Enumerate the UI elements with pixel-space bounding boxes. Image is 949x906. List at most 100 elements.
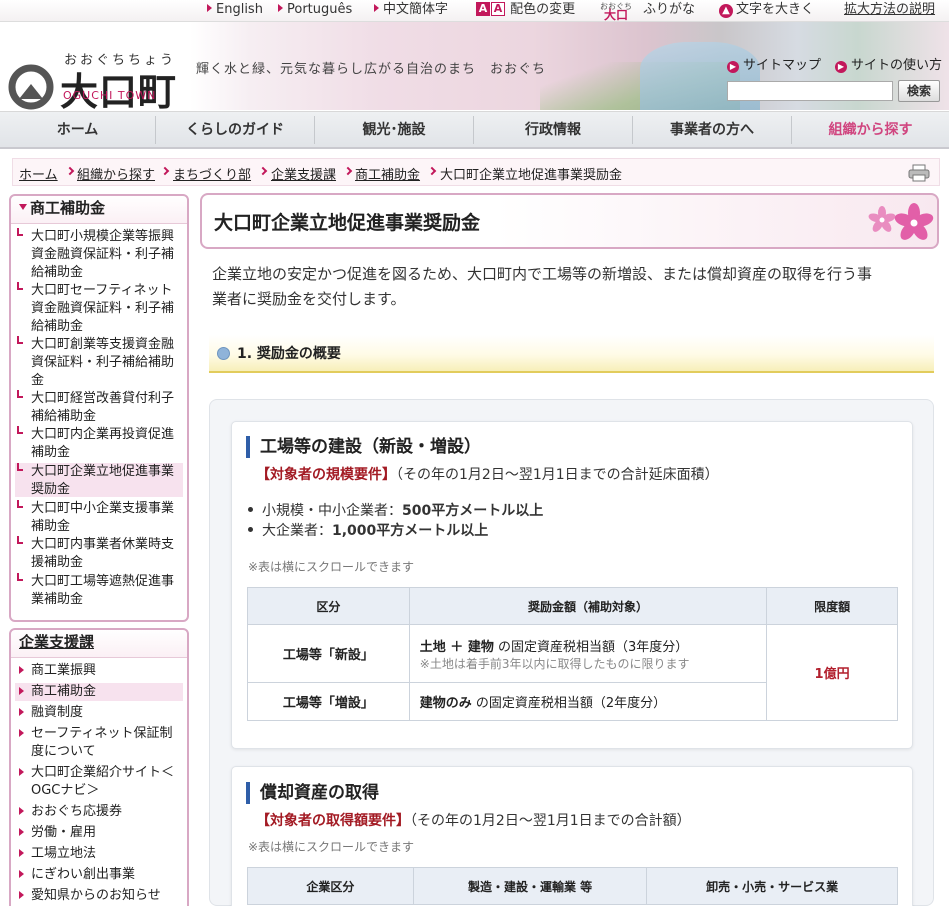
lang-portuguese-link[interactable]: Português [278,0,352,22]
sidebar-item[interactable]: 商工補助金 [15,683,183,701]
sidebar-item-line: 大口町内企業再投資促進 [31,427,175,443]
breadcrumb-shoko[interactable]: 商工補助金 [355,164,420,183]
breadcrumb-kigyoshien[interactable]: 企業支援課 [271,164,336,183]
page-title: 大口町企業立地促進事業奨励金 [214,212,481,234]
sidebar-item-line: 大口町小規模企業等振興 [31,229,175,244]
nav-organization[interactable]: 組織から探す [792,112,949,148]
scroll-note: ※表は横にスクロールできます [248,560,415,574]
sidebar-item[interactable]: 工場立地法 [15,845,183,863]
lang-portuguese-label: Português [287,2,353,17]
sidebar-item-label: 労働・雇用 [31,824,96,842]
sidebar-item-line: 大口町企業紹介サイト＜ [31,765,175,780]
intro-text: 企業立地の安定かつ促進を図るため、大口町内で工場等の新増設、または償却資産の取得… [212,262,932,312]
table-cell: 工場等「増設」 [247,682,410,721]
nav-tourism[interactable]: 観光･施設 [315,112,473,148]
printer-icon[interactable] [908,164,930,182]
bullet-label: 大企業者： [262,523,332,539]
sidebar-item[interactable]: 大口町内事業者休業時支 援補助金 [15,536,183,571]
color-change-link[interactable]: AA 配色の変更 [476,0,575,22]
howto-link[interactable]: ▶ サイトの使い方 [835,54,942,73]
cell-text: の固定資産税相当額（3年度分） [493,639,689,655]
sidebar-heading-label: 商工補助金 [30,199,106,217]
sidebar-heading-kigyoshien[interactable]: 企業支援課 [11,630,187,658]
search-button[interactable]: 検索 [898,80,940,102]
color-aa-icon: A [476,2,490,16]
list-corner-icon [17,389,23,398]
sidebar-item[interactable]: 労働・雇用 [15,824,183,842]
list-corner-icon [17,335,23,344]
sidebar-item-line: 補助金 [31,445,71,461]
list-corner-icon [17,499,23,508]
town-logo-icon[interactable] [8,64,54,110]
sidebar-item-label: セーフティネット保証制 度について [31,725,172,761]
lang-chinese-link[interactable]: 中文簡体字 [374,0,448,22]
list-corner-icon [17,281,23,290]
list-corner-icon [17,536,23,545]
card-heading: 償却資産の取得 [246,782,379,804]
asset-table: 企業区分 製造・建設・運輸業 等 卸売・小売・サービス業 [247,867,898,905]
sitemap-link[interactable]: ▶ サイトマップ [727,54,821,73]
table-header-row: 区分 奨励金額（補助対象） 限度額 [247,587,898,625]
sidebar-item-line: 大口町創業等支援資金融 [31,336,175,352]
nav-administration[interactable]: 行政情報 [474,112,632,148]
zoom-help-link[interactable]: 拡大方法の説明 [844,0,935,22]
bullet-value: 500平方メートル以上 [402,503,544,519]
requirement-label: 【対象者の取得額要件】 [256,813,410,829]
search-input[interactable] [727,81,893,101]
section-heading-overview: 1. 奨励金の概要 [209,335,934,373]
link-circle-icon: ▶ [727,61,739,73]
bullet-label: 小規模・中小企業者： [262,503,402,519]
sidebar-item-label: 大口町中小企業支援事業 補助金 [31,500,174,536]
sakura-icon [894,203,934,240]
card-depreciable-assets: 償却資産の取得 【対象者の取得額要件】（その年の1月2日～翌1月1日までの合計額… [231,766,913,906]
nav-living-guide[interactable]: くらしのガイド [156,112,314,148]
breadcrumb-machizukuri[interactable]: まちづくり部 [173,164,251,183]
lang-chinese-label: 中文簡体字 [383,2,449,17]
breadcrumb-home[interactable]: ホーム [19,164,58,183]
section-heading-label: 1. 奨励金の概要 [237,346,341,362]
nav-home[interactable]: ホーム [0,112,155,148]
sidebar-item-line: セーフティネット保証制 [31,726,173,741]
sidebar-item[interactable]: 大口町創業等支援資金融 資保証料・利子補給補助金 [15,335,183,388]
breadcrumb-organization[interactable]: 組織から探す [77,164,155,183]
sidebar-item[interactable]: 大口町企業紹介サイト＜ OGCナビ＞ [15,764,183,800]
lang-english-label: English [216,2,263,17]
sidebar-item-line: 大口町経営改善貸付利子 [31,390,175,406]
list-item: 小規模・中小企業者：500平方メートル以上 [247,500,544,520]
howto-label: サイトの使い方 [851,58,943,73]
sidebar-item-line: 補給補助金 [31,408,97,424]
sidebar-item[interactable]: にぎわい創出事業 [15,866,183,884]
sidebar-item[interactable]: 大口町企業立地促進事業 奨励金 [15,462,183,498]
sidebar-item[interactable]: 大口町中小企業支援事業 補助金 [15,499,183,536]
sidebar-item[interactable]: 大口町経営改善貸付利子 補給補助金 [15,389,183,425]
requirement-detail: （その年の1月2日～翌1月1日までの合計額） [410,813,691,829]
color-change-label: 配色の変更 [510,2,576,17]
lang-english-link[interactable]: English [207,0,263,22]
table-header: 企業区分 [247,867,414,905]
enlarge-text-label: 文字を大きく [736,2,815,17]
sidebar-item[interactable]: 商工業振興 [15,662,183,680]
sidebar-item-line: 給補助金 [31,265,84,280]
furigana-label: ふりがな [643,2,696,17]
sidebar-item[interactable]: 大口町セーフティネット 資金融資保証料・利子補 給補助金 [15,281,183,334]
up-circle-icon: ▲ [719,4,733,18]
sidebar-item[interactable]: 大口町内企業再投資促進 補助金 [15,426,183,461]
sidebar-item[interactable]: 融資制度 [15,704,183,722]
sidebar-item-line: 労働・雇用 [31,825,97,840]
sidebar-item-line: 給補助金 [31,318,84,334]
sidebar-item-label: 大口町内事業者休業時支 援補助金 [31,536,174,572]
sidebar-item[interactable]: セーフティネット保証制 度について [15,725,183,761]
sidebar-item-line: 融資制度 [31,705,84,720]
sidebar-item[interactable]: 大口町工場等遮熱促進事 業補助金 [15,572,183,608]
enlarge-text-link[interactable]: ▲ 文字を大きく [719,0,814,22]
sidebar-item[interactable]: おおぐち応援券 [15,803,183,821]
sidebar-item[interactable]: 大口町小規模企業等振興 資金融資保証料・利子補 給補助金 [15,228,183,280]
nav-business[interactable]: 事業者の方へ [633,112,791,148]
table-cell: 建物のみ の固定資産税相当額（2年度分） [408,682,768,721]
sidebar-item[interactable]: 愛知県からのお知らせ [15,887,183,905]
list-corner-icon [17,572,23,581]
arrow-icon [19,891,24,899]
arrow-icon [19,687,24,695]
sidebar-box-shoko: 商工補助金 大口町小規模企業等振興 資金融資保証料・利子補 給補助金 大口町セーフティ… [9,194,189,622]
sidebar-heading-shoko[interactable]: 商工補助金 [11,196,187,224]
